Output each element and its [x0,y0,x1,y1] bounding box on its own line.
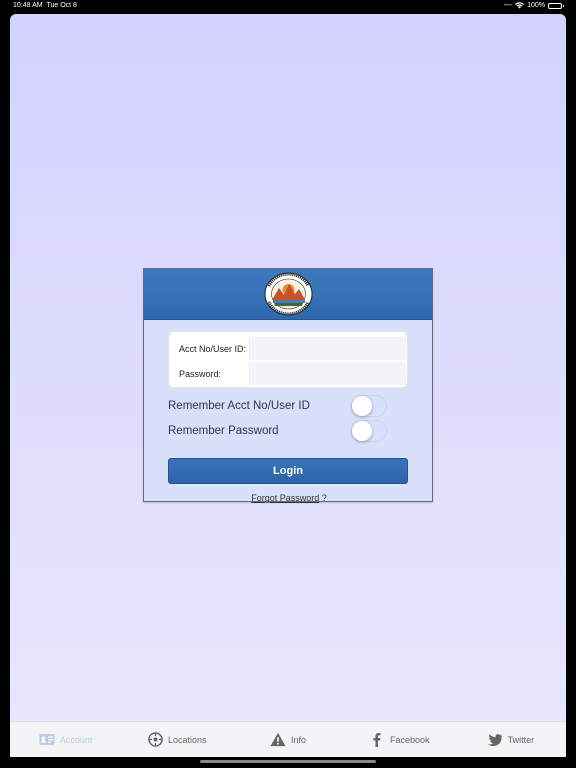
status-right: •••• 100% [503,2,564,9]
remember-password-row: Remember Password [168,420,408,442]
login-button[interactable]: Login [168,458,408,484]
compass-icon [147,732,163,748]
remember-account-label: Remember Acct No/User ID [168,400,310,412]
account-input[interactable] [249,337,406,360]
cellular-signal-icon: •••• [503,2,513,9]
id-card-icon [39,732,55,748]
password-input[interactable] [249,362,406,385]
tab-account-label: Account [59,734,93,745]
login-panel: Acct No/User ID: Password: Remember Acct… [143,268,434,503]
tab-twitter[interactable]: Twitter [455,722,566,757]
status-time: 10:48 AM Tue Oct 8 [13,2,77,9]
wifi-icon [515,2,525,9]
password-row: Password: [169,362,407,385]
app-screen: Acct No/User ID: Password: Remember Acct… [10,14,566,757]
battery-percent: 100% [527,2,545,9]
tab-locations-label: Locations [168,734,207,745]
forgot-password-suffix: ? [321,493,327,503]
account-label: Acct No/User ID: [179,343,247,354]
tab-facebook-label: Facebook [389,734,430,745]
cooperative-logo [264,272,313,316]
toggle-knob [352,421,372,441]
tab-twitter-label: Twitter [507,734,535,745]
facebook-icon [369,732,385,748]
tab-info-label: Info [291,734,307,745]
tab-account[interactable]: Account [10,722,121,757]
tab-locations[interactable]: Locations [121,722,232,757]
remember-account-row: Remember Acct No/User ID [168,395,408,417]
battery-icon [548,2,564,9]
remember-password-toggle[interactable] [351,420,387,442]
twitter-icon [487,732,503,748]
warning-icon [270,732,286,748]
remember-account-toggle[interactable] [351,395,387,417]
forgot-password-link[interactable]: Forgot Password [251,493,319,503]
home-indicator[interactable] [200,760,376,763]
password-label: Password: [179,368,222,379]
account-row: Acct No/User ID: [169,337,407,360]
login-header [144,269,432,320]
remember-password-label: Remember Password [168,425,279,437]
forgot-password: Forgot Password ? [144,493,434,503]
tab-info[interactable]: Info [232,722,343,757]
toggle-knob [352,396,372,416]
tab-bar: Account Locations Info Facebook Twitter [10,721,566,757]
status-bar: 10:48 AM Tue Oct 8 •••• 100% [0,0,576,14]
tab-facebook[interactable]: Facebook [344,722,455,757]
credentials-box: Acct No/User ID: Password: [168,331,408,388]
